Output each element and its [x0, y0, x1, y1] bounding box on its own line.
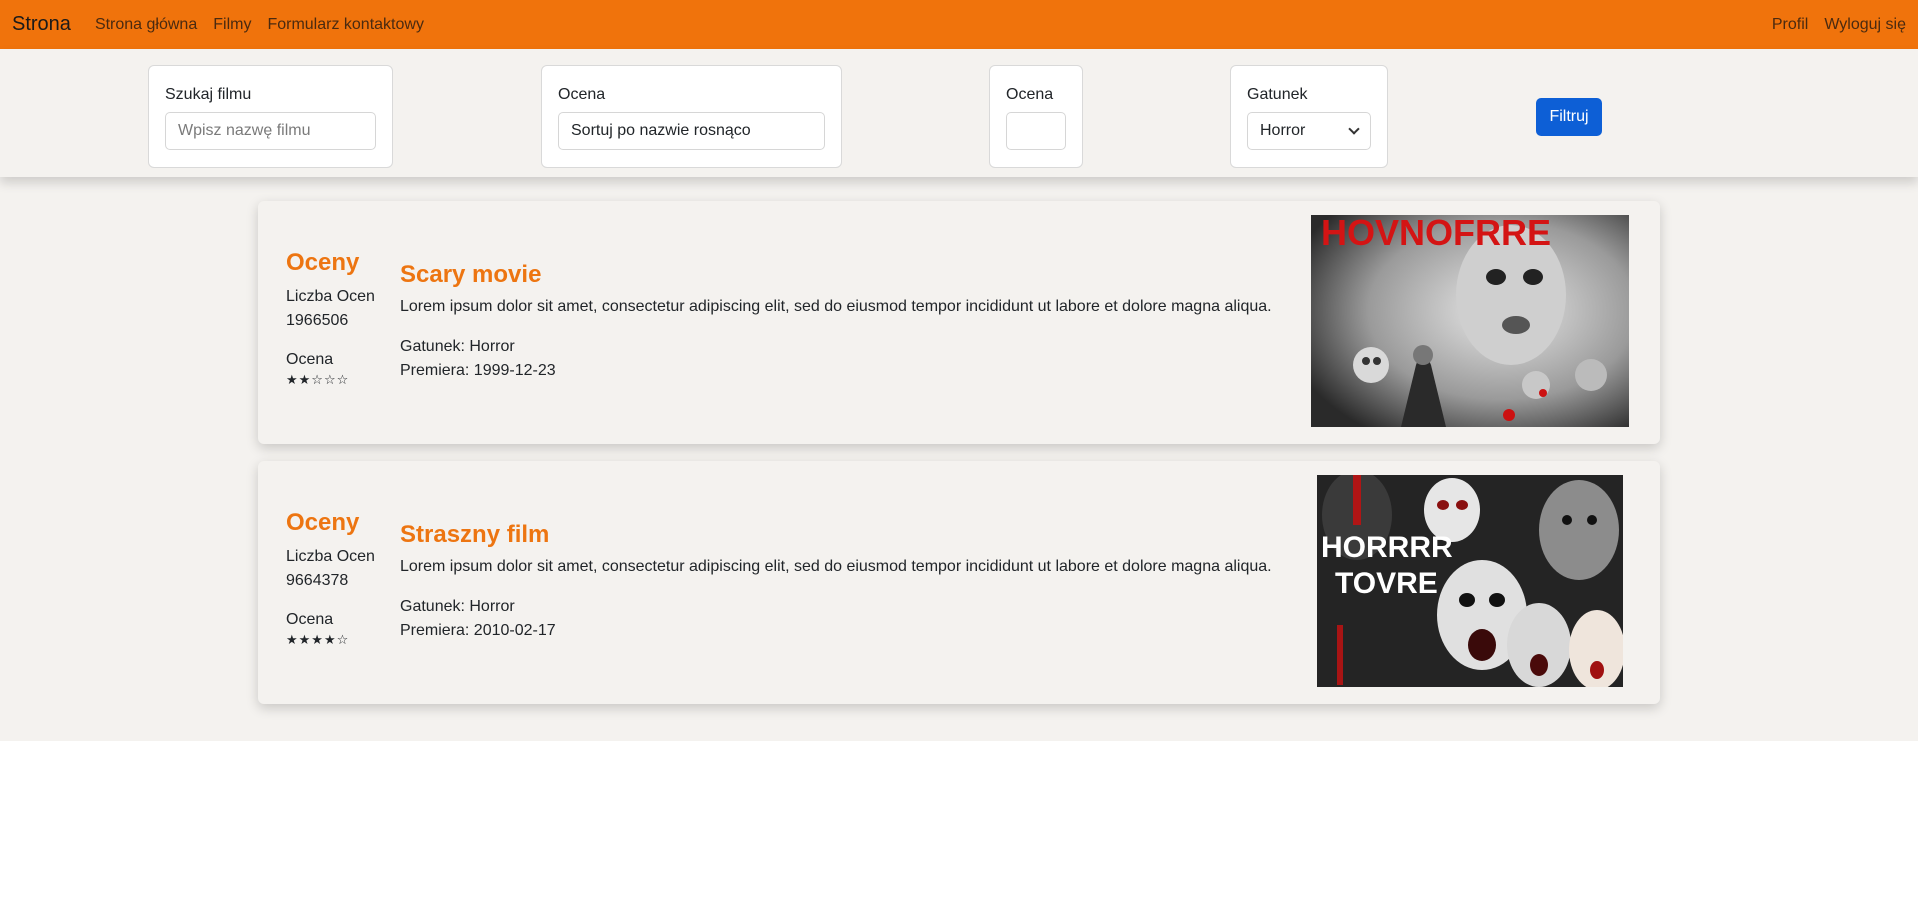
nav-link-profile[interactable]: Profil — [1772, 16, 1808, 34]
brand-link[interactable]: Strona — [12, 13, 71, 36]
movie-card: Oceny Liczba Ocen 9664378 Ocena ★★★★☆ St… — [258, 461, 1660, 704]
genre-select[interactable]: Horror — [1247, 112, 1371, 150]
poster-title-text: HOVNOFRRE — [1321, 215, 1551, 253]
star-rating: ★★★★☆ — [286, 632, 350, 647]
poster-image: HORRRR TOVRE — [1317, 475, 1623, 687]
movie-description: Lorem ipsum dolor sit amet, consectetur … — [400, 558, 1272, 575]
genre-filter-box: Gatunek Horror — [1230, 65, 1388, 168]
rating-count-label: Liczba Ocen — [286, 288, 375, 305]
poster-image: HOVNOFRRE — [1311, 215, 1629, 427]
poster-title-text: HORRRR — [1321, 531, 1453, 564]
movie-genre: Gatunek: Horror — [400, 338, 515, 355]
movie-title[interactable]: Scary movie — [400, 261, 1280, 289]
movie-list: Oceny Liczba Ocen 1966506 Ocena ★★☆☆☆ Sc… — [0, 177, 1918, 741]
movie-premiere: Premiera: 1999-12-23 — [400, 362, 556, 379]
movie-poster: HORRRR TOVRE — [1317, 475, 1623, 687]
movie-description: Lorem ipsum dolor sit amet, consectetur … — [400, 298, 1272, 315]
nav-link-movies[interactable]: Filmy — [213, 16, 251, 34]
rating-count: 9664378 — [286, 572, 349, 589]
movie-poster: HOVNOFRRE — [1311, 215, 1629, 427]
nav-link-contact[interactable]: Formularz kontaktowy — [267, 16, 424, 34]
rating-count: 1966506 — [286, 312, 349, 329]
search-label: Szukaj filmu — [165, 86, 252, 103]
rating-label: Ocena — [286, 351, 334, 368]
genre-select-value: Horror — [1260, 122, 1306, 139]
movie-title[interactable]: Straszny film — [400, 521, 1280, 549]
movie-info: Scary movie Lorem ipsum dolor sit amet, … — [400, 261, 1280, 383]
nav-link-logout[interactable]: Wyloguj się — [1824, 16, 1906, 34]
movie-genre: Gatunek: Horror — [400, 598, 515, 615]
nav-right: Profil Wyloguj się — [1756, 16, 1906, 34]
sort-label: Ocena — [558, 86, 606, 103]
chevron-down-icon — [1348, 123, 1360, 135]
filter-bar: Szukaj filmu Ocena Ocena Gatunek Horror … — [0, 49, 1918, 177]
star-rating: ★★☆☆☆ — [286, 372, 350, 387]
genre-label: Gatunek — [1247, 86, 1308, 103]
ratings-panel: Oceny Liczba Ocen 1966506 Ocena ★★☆☆☆ — [286, 249, 386, 388]
sort-filter-box: Ocena — [541, 65, 842, 168]
rating-input[interactable] — [1006, 112, 1066, 150]
rating-count-label: Liczba Ocen — [286, 548, 375, 565]
movie-info: Straszny film Lorem ipsum dolor sit amet… — [400, 521, 1280, 643]
rating-filter-box: Ocena — [989, 65, 1083, 168]
ratings-heading: Oceny — [286, 249, 360, 276]
search-filter-box: Szukaj filmu — [148, 65, 393, 168]
poster-subtitle-text: TOVRE — [1335, 567, 1438, 600]
ratings-panel: Oceny Liczba Ocen 9664378 Ocena ★★★★☆ — [286, 509, 386, 648]
navbar: Strona Strona główna Filmy Formularz kon… — [0, 0, 1918, 49]
rating-label: Ocena — [286, 611, 334, 628]
movie-premiere: Premiera: 2010-02-17 — [400, 622, 556, 639]
nav-link-home[interactable]: Strona główna — [95, 16, 197, 34]
ratings-heading: Oceny — [286, 509, 360, 536]
rating-label: Ocena — [1006, 86, 1054, 103]
search-input[interactable] — [165, 112, 376, 150]
sort-input[interactable] — [558, 112, 825, 150]
movie-card: Oceny Liczba Ocen 1966506 Ocena ★★☆☆☆ Sc… — [258, 201, 1660, 444]
filter-button[interactable]: Filtruj — [1536, 98, 1602, 136]
